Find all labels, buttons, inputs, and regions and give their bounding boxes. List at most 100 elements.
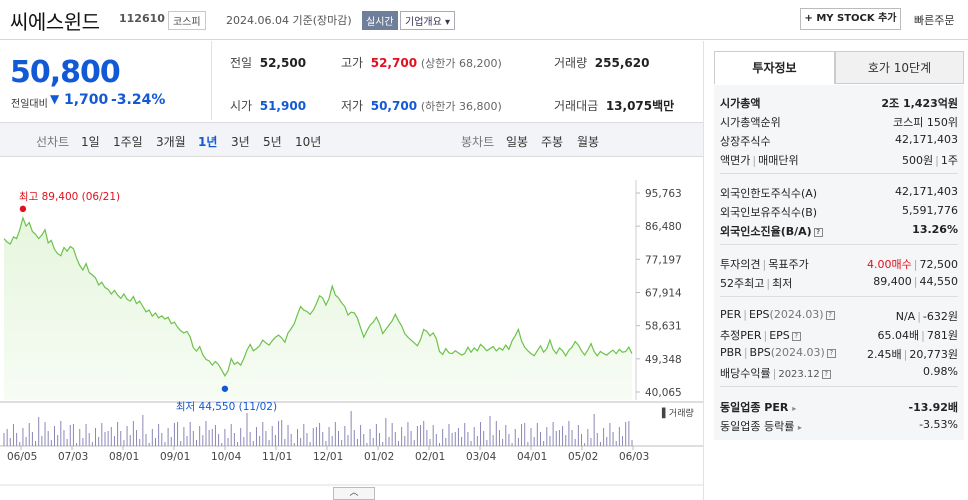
x-tick-label: 08/01 [109,451,139,463]
quick-order-button[interactable]: 빠른주문 [914,12,954,28]
high-price: 고가 52,700 (상한가 68,200) [341,54,502,71]
amount-value: 13,075 [605,99,653,113]
tab-order-book[interactable]: 호가 10단계 [835,51,964,84]
tab-investment-info[interactable]: 투자정보 [714,51,835,84]
period-selector-bar: 선차트 1일 1주일 3개월 1년 3년 5년 10년 봉차트 일봉 주봉 월봉 [0,122,703,157]
dividend-label: 배당수익률 [720,367,771,380]
help-icon[interactable]: ? [826,349,836,358]
foreign-limit-row: 외국인한도주식수(A) 42,171,403 [720,185,958,200]
target-label: 목표주가 [768,258,809,271]
market-badge: 코스피 [168,11,206,30]
help-icon[interactable]: ? [821,370,831,379]
period-10y[interactable]: 10년 [295,133,321,150]
x-tick-label: 12/01 [313,451,343,463]
open-price: 시가 51,900 [230,97,306,114]
period-3y[interactable]: 3년 [231,133,250,150]
candle-monthly[interactable]: 월봉 [577,133,599,150]
chevron-down-icon: ▾ [445,17,451,28]
low-value: 50,700 [370,99,418,113]
chevron-right-icon[interactable]: ▸ [792,404,796,413]
week52-low-label: 최저 [772,277,793,290]
low-price: 저가 50,700 (하한가 36,800) [341,97,502,114]
week52-low-value: 44,550 [919,275,959,288]
bps-label: BPS [749,346,771,359]
price-area-fill [4,217,632,400]
overview-label: 기업개요 [405,17,442,28]
price-chart-svg: 95,763 86,480 77,197 67,914 58,631 49,348 40,0… [0,180,703,486]
per-value: N/A [895,310,916,323]
candle-daily[interactable]: 일봉 [506,133,528,150]
y-tick-label: 49,348 [645,354,682,366]
eps-value: -632원 [922,310,958,323]
foreign-limit-value: 42,171,403 [895,185,958,198]
rank-row: 시가총액순위 코스피 150위 [720,114,958,129]
week52-row: 52주최고 | 최저 89,400 | 44,550 [720,275,958,290]
max-point-marker [19,205,27,213]
help-icon[interactable]: ? [791,332,801,341]
high-value: 52,700 [370,56,418,70]
low-label: 저가 [341,99,364,113]
x-tick-label: 06/03 [619,451,649,463]
y-tick-label: 77,197 [645,254,682,266]
dividend-period: 2023.12 [778,369,820,380]
prev-close-value: 52,500 [259,56,307,70]
foreign-limit-label: 외국인한도주식수(A) [720,187,818,200]
diff-percent: -3.24% [111,92,166,108]
y-tick-label: 95,763 [645,188,682,200]
volume: 거래량 255,620 [554,54,649,71]
x-tick-label: 03/04 [466,451,497,463]
market-cap-label: 시가총액 [720,97,761,110]
help-icon[interactable]: ? [825,311,835,320]
candle-weekly[interactable]: 주봉 [541,133,563,150]
period-1d[interactable]: 1일 [81,133,100,150]
industry-per-row: 동일업종 PER ▸ -13.92배 [720,399,958,414]
amount-unit: 백만 [652,99,675,113]
chart-toggle-button[interactable]: ︿ [333,487,375,500]
industry-rate-label: 동일업종 등락률 [720,420,795,433]
divider [720,244,958,245]
down-triangle-icon: ▼ [50,92,60,106]
company-overview-dropdown[interactable]: 기업개요 ▾ [400,11,456,30]
target-value: 72,500 [919,258,959,271]
foreign-rate-row: 외국인소진율(B/A)? 13.26% [720,223,958,238]
per-label: PER [720,308,742,321]
period-5y[interactable]: 5년 [263,133,282,150]
volume-label: 거래량 [554,56,588,70]
pbr-row: PBR | BPS(2024.03)? 2.45배 | 20,773원 [720,346,958,361]
current-price-box: 50,800 전일대비 ▼ 1,700 -3.24% [0,41,212,120]
help-icon[interactable]: ? [813,228,823,237]
x-tick-label: 07/03 [58,451,88,463]
market-cap-row: 시가총액 2조 1,423억원 [720,95,958,110]
unit-value: 1주 [940,154,958,167]
current-price: 50,800 [10,55,121,90]
realtime-button[interactable]: 실시간 [362,11,398,30]
investment-info-panel: 투자정보 호가 10단계 시가총액 2조 1,423억원 시가총액순위 코스피 15… [703,41,968,500]
est-eps-label: EPS [769,329,790,342]
period-3m[interactable]: 3개월 [156,133,186,150]
market-cap-value: 2조 1,423억원 [881,97,958,110]
chevron-right-icon[interactable]: ▸ [798,423,802,432]
est-per-row: 추정PER | EPS? 65.04배 | 781원 [720,329,958,342]
add-my-stock-button[interactable]: + MY STOCK 추가 [800,8,901,30]
industry-rate-row: 동일업종 등락률 ▸ -3.53% [720,418,958,433]
divider [720,296,958,297]
industry-per-label: 동일업종 PER [720,401,789,414]
eps-label: EPS [748,308,770,321]
dividend-value: 0.98% [923,365,958,378]
y-tick-label: 58,631 [645,321,682,333]
shares-value: 42,171,403 [895,133,958,146]
x-tick-label: 09/01 [160,451,190,463]
price-chart[interactable]: 95,763 86,480 77,197 67,914 58,631 49,348 40,0… [0,160,703,500]
est-per-label: 추정PER [720,329,762,342]
eps-period: (2024.03) [769,308,824,321]
period-1w[interactable]: 1주일 [113,133,143,150]
divider [720,386,958,387]
foreign-rate-label: 외국인소진율(B/A) [720,225,812,238]
stock-header: 씨에스윈드 112610 코스피 2024.06.04 기준(장마감) 실시간 … [0,0,968,40]
min-point-marker [221,385,229,392]
prev-close-label: 전일 [230,56,253,70]
period-1y[interactable]: 1년 [198,133,217,150]
x-tick-label: 04/01 [517,451,547,463]
foreign-hold-label: 외국인보유주식수(B) [720,206,818,219]
min-label: 최저 44,550 (11/02) [176,401,277,413]
